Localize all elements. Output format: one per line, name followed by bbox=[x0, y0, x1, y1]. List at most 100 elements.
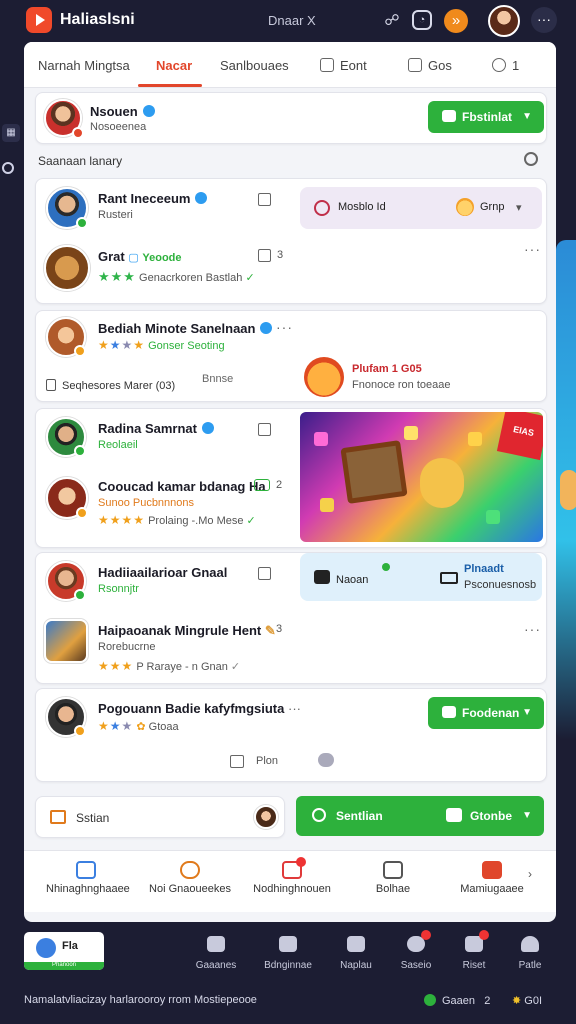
card1-pill[interactable]: Mosblo Id Grnp ▾ bbox=[300, 187, 542, 229]
user-avatar[interactable] bbox=[488, 5, 520, 37]
dock-item-bag[interactable]: Bdnginnae bbox=[262, 936, 314, 971]
cube-icon bbox=[468, 432, 482, 446]
card1-name: Rant Ineceeum bbox=[98, 191, 208, 206]
top-center-label[interactable]: Dnaar X bbox=[268, 13, 316, 28]
dock-item-bag-label: Bdnginnae bbox=[264, 960, 312, 971]
card4-game-avatar[interactable] bbox=[44, 619, 88, 663]
status-online-label: Gaaen bbox=[442, 995, 476, 1007]
card1-checkbox-2[interactable] bbox=[258, 249, 271, 262]
dock-item-social[interactable]: Saseio bbox=[390, 930, 442, 971]
more-icon[interactable]: ··· bbox=[531, 7, 557, 33]
bottom-nav-store-label: Bolhae bbox=[375, 883, 411, 895]
card1-sub: Rusteri bbox=[98, 209, 133, 221]
card4-second-name: Haipaoanak Mingrule Hent ✎ bbox=[98, 623, 276, 638]
bottom-nav-messages[interactable]: Nodhinghnouen bbox=[250, 857, 334, 895]
timer-icon[interactable]: ◔ bbox=[412, 10, 432, 30]
card1-count: 3 bbox=[277, 249, 284, 261]
verified-icon bbox=[195, 192, 208, 204]
tab-active[interactable]: Nacar bbox=[156, 58, 192, 73]
more-icon[interactable]: ··· bbox=[524, 241, 541, 257]
game-icon bbox=[442, 706, 456, 718]
play-icon bbox=[347, 936, 365, 952]
notification-dot bbox=[479, 930, 489, 940]
card3-rating-text: Prolaing -.Mo Mese bbox=[148, 515, 244, 527]
notification-dot bbox=[296, 857, 306, 867]
online-badge bbox=[76, 217, 88, 229]
profile-action-button[interactable]: Fbstinlat ▼ bbox=[428, 101, 544, 133]
promo-banner[interactable]: EIAS bbox=[300, 412, 543, 542]
chat-icon[interactable] bbox=[318, 753, 334, 767]
dock-item-profile[interactable]: Patle bbox=[504, 936, 556, 971]
phone-icon bbox=[230, 755, 244, 768]
dock-item-games[interactable]: Gaaanes bbox=[190, 936, 242, 971]
edit-icon bbox=[320, 58, 334, 72]
bottom-nav-home[interactable]: Nhinaghnghaaee bbox=[46, 861, 130, 895]
chevron-down-icon: ▼ bbox=[522, 111, 532, 122]
cube-icon bbox=[486, 510, 500, 524]
dock-item-play[interactable]: Naplau bbox=[330, 936, 382, 971]
card4-checkbox[interactable] bbox=[258, 567, 271, 580]
bottom-nav-profile[interactable]: Mamiugaaee bbox=[456, 861, 528, 895]
cube-icon bbox=[404, 426, 418, 440]
card4-info-pill[interactable]: Naoan Plnaadt Psconuesnosb bbox=[300, 553, 542, 601]
card1-pill-right: Grnp bbox=[480, 201, 505, 213]
card1-second-name-text: Grat bbox=[98, 249, 125, 264]
list-card-2: Bediah Minote Sanelnaan ★★★★ Gonser Seot… bbox=[35, 310, 547, 402]
top-bar: Haliaslsni Dnaar X ☍ ◔ » ··· bbox=[0, 0, 576, 42]
card1-checkbox[interactable] bbox=[258, 193, 271, 206]
status-coins: ✸ G0I bbox=[512, 994, 542, 1007]
card5-action-button[interactable]: Foodenan ▼ bbox=[428, 697, 544, 729]
coin-icon: ✸ bbox=[512, 995, 522, 1007]
dock-item-reset-label: Riset bbox=[462, 960, 486, 971]
grid-icon[interactable]: ▦ bbox=[2, 124, 20, 142]
banner-corner-badge: EIAS bbox=[496, 412, 543, 461]
tab-library[interactable]: Sanlbouaes bbox=[220, 58, 289, 73]
card4-info-right-title: Plnaadt bbox=[464, 563, 504, 575]
message-icon bbox=[282, 857, 306, 879]
card3-checkbox[interactable] bbox=[258, 423, 271, 436]
section-title: Saanaan lanary bbox=[38, 154, 123, 168]
profile-icon bbox=[482, 861, 502, 879]
action-left[interactable]: Sstian bbox=[35, 796, 285, 838]
chevron-down-icon: ▼ bbox=[522, 810, 532, 821]
lightning-icon[interactable]: » bbox=[444, 9, 468, 33]
online-dot bbox=[382, 563, 390, 571]
card5-footer[interactable]: Plon bbox=[256, 755, 278, 767]
status-badge bbox=[74, 345, 86, 357]
toggle-icon[interactable] bbox=[254, 479, 270, 491]
tab-edit[interactable]: Eont bbox=[320, 58, 367, 73]
card4-rating: ★★★ P Raraye - n Gnan ✓ bbox=[98, 659, 241, 673]
tab-people[interactable]: 1 bbox=[492, 58, 519, 73]
app-title: Haliaslsni bbox=[60, 11, 135, 28]
card1-game-avatar[interactable] bbox=[44, 245, 90, 291]
card2-footer: Seqhesores Marer (03) bbox=[46, 379, 175, 392]
dock-item-reset[interactable]: Riset bbox=[448, 930, 500, 971]
bottom-nav-store[interactable]: Bolhae bbox=[360, 861, 426, 895]
message-icon bbox=[446, 808, 462, 822]
card4-rating-text: P Raraye - n Gnan bbox=[136, 661, 228, 673]
dock-active-card[interactable]: Fla Phanoon bbox=[24, 932, 104, 970]
app-logo-icon[interactable] bbox=[26, 7, 52, 33]
more-icon[interactable]: ··· bbox=[276, 319, 293, 335]
chevron-down-icon: ▼ bbox=[522, 707, 532, 718]
circle-icon[interactable] bbox=[2, 162, 14, 174]
reset-icon bbox=[465, 930, 489, 952]
card4-sub: Rsonnjtr bbox=[98, 583, 139, 595]
more-icon[interactable]: ··· bbox=[524, 621, 541, 637]
chevron-right-icon[interactable]: › bbox=[528, 867, 532, 881]
action-left-label: Sstian bbox=[76, 811, 110, 825]
card3-name-text: Radina Samrnat bbox=[98, 421, 197, 436]
bottom-nav-home-label: Nhinaghnghaaee bbox=[46, 883, 130, 895]
online-badge bbox=[74, 589, 86, 601]
person-icon bbox=[521, 936, 539, 952]
action-right-button[interactable]: Sentlian Gtonbe ▼ bbox=[296, 796, 544, 836]
tab-home[interactable]: Narnah Mingtsa bbox=[38, 58, 130, 73]
bottom-nav-friends[interactable]: Noi Gnaoueekes bbox=[148, 861, 232, 895]
card4-count: 3 bbox=[276, 623, 283, 635]
search-icon[interactable] bbox=[524, 152, 538, 166]
card2-footer-status: Bnnse bbox=[202, 373, 234, 385]
tab-go[interactable]: Gos bbox=[408, 58, 452, 73]
person-icon[interactable]: ☍ bbox=[380, 9, 404, 33]
list-card-5: Pogouann Badie kafyfmgsiuta ··· ★★★ ✿ Gt… bbox=[35, 688, 547, 782]
screen-icon bbox=[440, 572, 458, 584]
